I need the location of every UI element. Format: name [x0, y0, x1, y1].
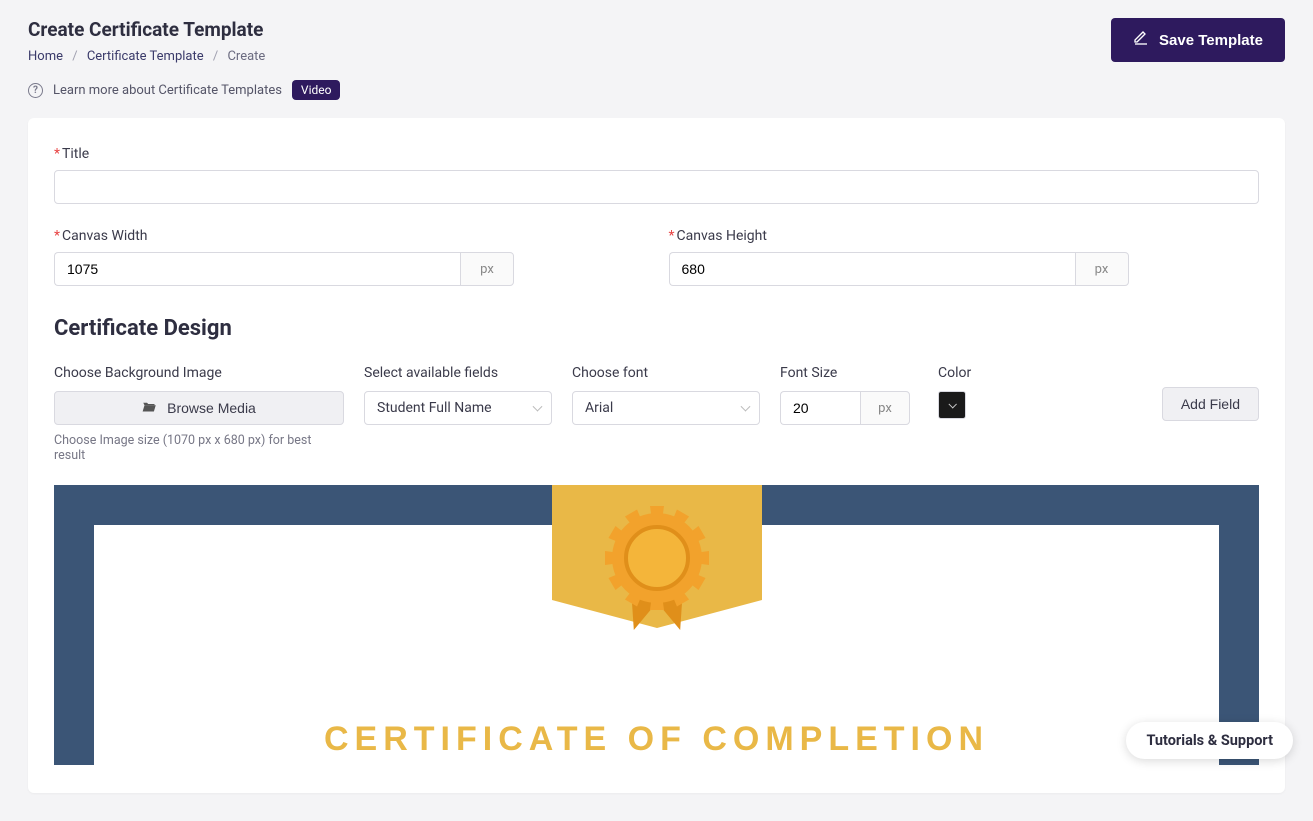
available-fields-label: Select available fields: [364, 365, 552, 381]
title-label: *Title: [54, 146, 1259, 162]
certificate-inner: CERTIFICATE OF COMPLETION: [94, 525, 1219, 765]
certificate-canvas[interactable]: CERTIFICATE OF COMPLETION: [54, 485, 1259, 765]
certificate-headline: CERTIFICATE OF COMPLETION: [94, 720, 1219, 759]
medal-icon: [602, 513, 712, 623]
color-picker[interactable]: [938, 391, 966, 419]
folder-open-icon: [142, 400, 157, 416]
save-template-label: Save Template: [1159, 32, 1263, 49]
available-fields-value: Student Full Name: [377, 400, 492, 416]
help-icon: ?: [28, 83, 43, 98]
px-suffix: px: [860, 391, 910, 425]
px-suffix: px: [460, 252, 514, 286]
breadcrumb-sep: /: [72, 49, 77, 64]
learn-more-text: Learn more about Certificate Templates: [53, 83, 282, 98]
font-size-label: Font Size: [780, 365, 918, 381]
breadcrumb-certificate-template[interactable]: Certificate Template: [87, 49, 204, 64]
breadcrumb-home[interactable]: Home: [28, 49, 63, 64]
ribbon-banner-icon: [552, 485, 762, 665]
breadcrumb-current: Create: [227, 49, 265, 64]
breadcrumb: Home / Certificate Template / Create: [28, 49, 265, 64]
canvas-width-label: *Canvas Width: [54, 228, 645, 244]
font-size-input[interactable]: [780, 391, 860, 425]
form-card: *Title *Canvas Width px *Canvas Height: [28, 118, 1285, 793]
page-title: Create Certificate Template: [28, 18, 265, 41]
bg-image-label: Choose Background Image: [54, 365, 344, 381]
save-template-button[interactable]: Save Template: [1111, 18, 1285, 62]
browse-media-button[interactable]: Browse Media: [54, 391, 344, 425]
tutorials-support-button[interactable]: Tutorials & Support: [1126, 722, 1293, 759]
title-input[interactable]: [54, 170, 1259, 204]
breadcrumb-sep: /: [213, 49, 218, 64]
edit-icon: [1133, 30, 1149, 50]
bg-image-hint: Choose Image size (1070 px x 680 px) for…: [54, 433, 344, 463]
browse-media-label: Browse Media: [167, 400, 256, 416]
add-field-button[interactable]: Add Field: [1162, 387, 1259, 421]
available-fields-select[interactable]: Student Full Name: [364, 391, 552, 425]
canvas-height-input[interactable]: [669, 252, 1075, 286]
canvas-height-label: *Canvas Height: [669, 228, 1260, 244]
color-label: Color: [938, 365, 988, 381]
font-label: Choose font: [572, 365, 760, 381]
certificate-design-heading: Certificate Design: [54, 316, 1259, 341]
video-badge[interactable]: Video: [292, 80, 341, 100]
canvas-width-input[interactable]: [54, 252, 460, 286]
font-select[interactable]: Arial: [572, 391, 760, 425]
font-value: Arial: [585, 400, 613, 416]
px-suffix: px: [1075, 252, 1129, 286]
